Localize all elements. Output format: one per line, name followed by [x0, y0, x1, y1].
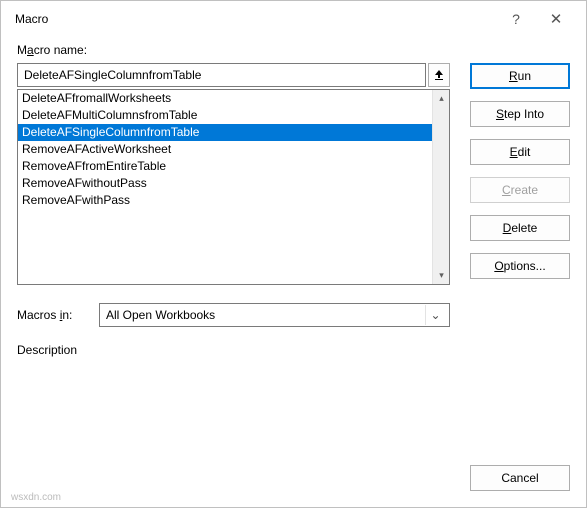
list-item[interactable]: RemoveAFActiveWorksheet: [18, 141, 432, 158]
delete-button[interactable]: Delete: [470, 215, 570, 241]
options-button[interactable]: Options...: [470, 253, 570, 279]
arrow-up-icon: [433, 69, 445, 81]
macro-name-input[interactable]: [17, 63, 426, 87]
macros-in-select[interactable]: All Open Workbooks ⌄: [99, 303, 450, 327]
list-item[interactable]: RemoveAFfromEntireTable: [18, 158, 432, 175]
create-button: Create: [470, 177, 570, 203]
scroll-up-icon[interactable]: ▴: [433, 90, 450, 107]
list-item[interactable]: DeleteAFMultiColumnsfromTable: [18, 107, 432, 124]
chevron-down-icon: ⌄: [425, 305, 445, 325]
run-button[interactable]: Run: [470, 63, 570, 89]
watermark: wsxdn.com: [11, 492, 61, 503]
cancel-button[interactable]: Cancel: [470, 465, 570, 491]
macros-in-label: Macros in:: [17, 308, 87, 322]
step-into-button[interactable]: Step Into: [470, 101, 570, 127]
dialog-title: Macro: [15, 12, 496, 26]
macros-in-value: All Open Workbooks: [106, 308, 215, 322]
list-item[interactable]: DeleteAFfromallWorksheets: [18, 90, 432, 107]
description-area: [17, 357, 570, 397]
go-to-macro-button[interactable]: [428, 63, 450, 87]
scroll-down-icon[interactable]: ▾: [433, 267, 450, 284]
close-icon[interactable]: ✕: [536, 4, 576, 34]
description-label: Description: [17, 343, 570, 357]
list-item[interactable]: RemoveAFwithoutPass: [18, 175, 432, 192]
list-item[interactable]: RemoveAFwithPass: [18, 192, 432, 209]
help-icon[interactable]: ?: [496, 5, 536, 33]
list-item[interactable]: DeleteAFSingleColumnfromTable: [18, 124, 432, 141]
macro-list[interactable]: DeleteAFfromallWorksheetsDeleteAFMultiCo…: [17, 89, 450, 285]
scrollbar[interactable]: ▴ ▾: [432, 90, 449, 284]
macro-name-label: Macro name:: [17, 43, 570, 57]
edit-button[interactable]: Edit: [470, 139, 570, 165]
